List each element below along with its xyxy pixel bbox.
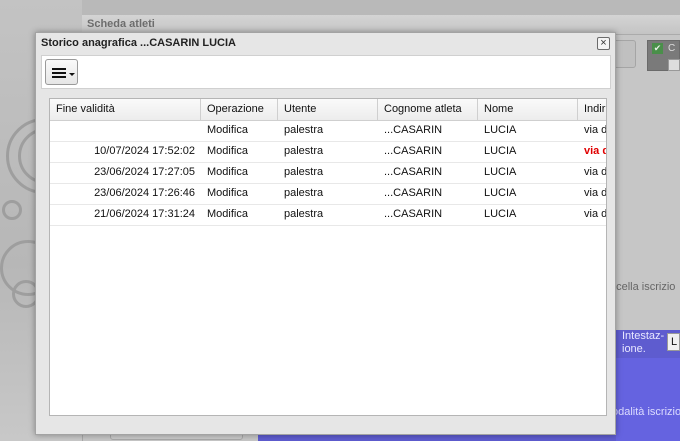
background-modalita-label: odalità iscrizio: [612, 406, 680, 418]
table-row[interactable]: 10/07/2024 17:52:02 Modifica palestra ..…: [50, 141, 607, 163]
table-row[interactable]: 23/06/2024 17:26:46 Modifica palestra ..…: [50, 183, 607, 205]
cell-operazione: Modifica: [207, 124, 248, 136]
cell-operazione: Modifica: [207, 166, 248, 178]
cell-cognome: ...CASARIN: [384, 208, 443, 220]
cell-cognome: ...CASARIN: [384, 166, 443, 178]
cell-cognome: ...CASARIN: [384, 145, 443, 157]
cell-indirizzo: via d: [584, 208, 607, 220]
cell-utente: palestra: [284, 187, 324, 199]
cell-fine-validita: 23/06/2024 17:27:05: [94, 166, 195, 178]
background-intestazione-label: Intestaz- ione.: [622, 330, 665, 355]
hamburger-menu-icon: [52, 68, 66, 70]
cell-nome: LUCIA: [484, 145, 517, 157]
check-icon: ✔: [652, 43, 663, 54]
cell-indirizzo: via d: [584, 124, 607, 136]
background-cancel-enrollment-label: ncella iscrizio: [610, 281, 676, 293]
table-header: Fine validità Operazione Utente Cognome …: [50, 99, 606, 121]
background-checkbox-group: ✔ C: [647, 40, 680, 71]
background-checkbox: [668, 59, 680, 71]
column-header-indirizzo[interactable]: Indiri: [578, 99, 606, 120]
table-row[interactable]: 23/06/2024 17:27:05 Modifica palestra ..…: [50, 162, 607, 184]
table-row[interactable]: 21/06/2024 17:31:24 Modifica palestra ..…: [50, 204, 607, 226]
table-row[interactable]: Modifica palestra ...CASARIN LUCIA via d: [50, 120, 607, 142]
cell-fine-validita: 21/06/2024 17:31:24: [94, 208, 195, 220]
column-header-cognome[interactable]: Cognome atleta: [378, 99, 478, 120]
cell-indirizzo-changed: via d: [584, 145, 607, 157]
cell-operazione: Modifica: [207, 187, 248, 199]
cell-nome: LUCIA: [484, 166, 517, 178]
cell-utente: palestra: [284, 166, 324, 178]
history-dialog: Storico anagrafica ...CASARIN LUCIA × Fi…: [35, 32, 616, 435]
hamburger-menu-button[interactable]: [45, 59, 78, 85]
cell-cognome: ...CASARIN: [384, 124, 443, 136]
cell-fine-validita: 10/07/2024 17:52:02: [94, 145, 195, 157]
history-table[interactable]: Fine validità Operazione Utente Cognome …: [49, 98, 607, 416]
caret-down-icon: [69, 73, 75, 76]
column-header-nome[interactable]: Nome: [478, 99, 578, 120]
cell-utente: palestra: [284, 145, 324, 157]
dialog-title: Storico anagrafica ...CASARIN LUCIA: [41, 37, 236, 49]
column-header-operazione[interactable]: Operazione: [201, 99, 278, 120]
column-header-fine-validita[interactable]: Fine validità: [50, 99, 201, 120]
close-icon[interactable]: ×: [597, 37, 610, 50]
dialog-toolbar: [41, 55, 611, 89]
cell-nome: LUCIA: [484, 124, 517, 136]
cell-cognome: ...CASARIN: [384, 187, 443, 199]
cell-operazione: Modifica: [207, 145, 248, 157]
decorative-ring: [2, 200, 22, 220]
cell-indirizzo: via d: [584, 166, 607, 178]
background-purple-inner: [616, 358, 680, 441]
cell-utente: palestra: [284, 208, 324, 220]
background-intestazione-field: L: [667, 333, 680, 351]
cell-indirizzo: via d: [584, 187, 607, 199]
cell-utente: palestra: [284, 124, 324, 136]
cell-nome: LUCIA: [484, 187, 517, 199]
background-checkbox-label: C: [668, 43, 676, 54]
cell-nome: LUCIA: [484, 208, 517, 220]
background-window-title: Scheda atleti: [87, 18, 155, 30]
cell-operazione: Modifica: [207, 208, 248, 220]
cell-fine-validita: [50, 120, 201, 141]
column-header-utente[interactable]: Utente: [278, 99, 378, 120]
cell-fine-validita: 23/06/2024 17:26:46: [94, 187, 195, 199]
